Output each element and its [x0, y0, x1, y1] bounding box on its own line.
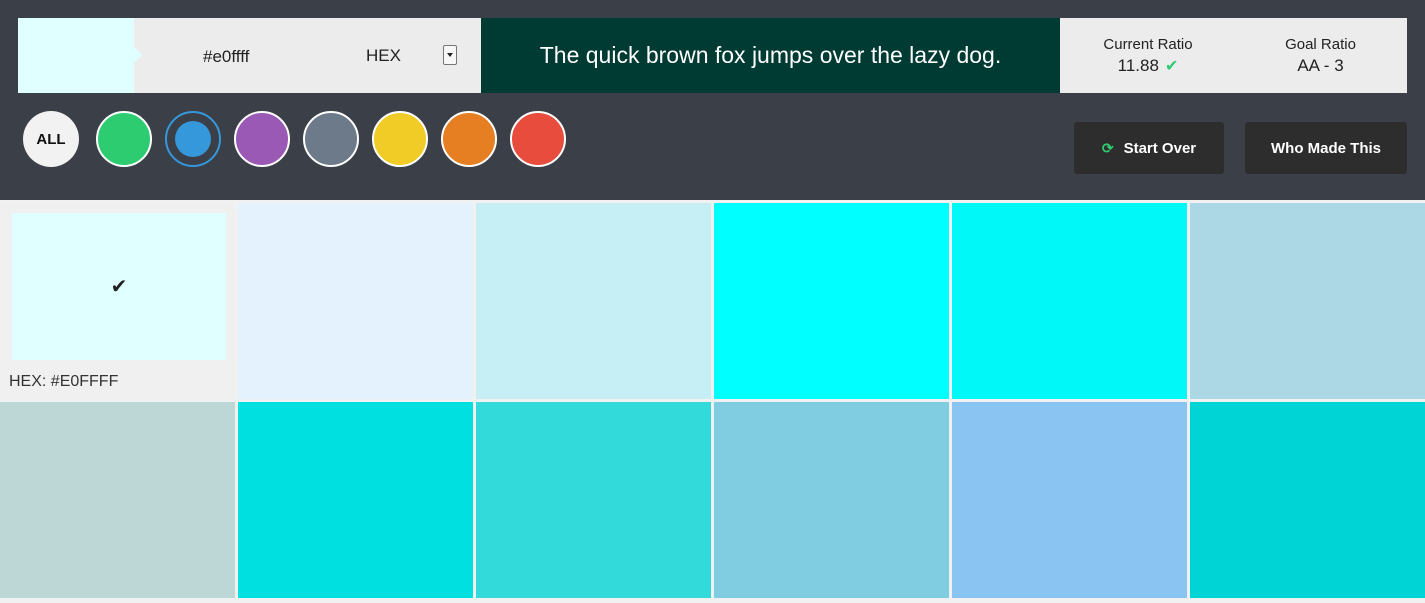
filter-green-button[interactable]: [96, 111, 152, 167]
filter-all-button[interactable]: ALL: [23, 111, 79, 167]
filter-purple-button[interactable]: [234, 111, 290, 167]
color-input-bar: #e0ffff HEX The quick brown fox jumps ov…: [18, 18, 1407, 93]
swatch-cell[interactable]: [0, 402, 235, 598]
swatch-cell[interactable]: [1190, 402, 1425, 598]
check-icon: ✔: [1164, 58, 1179, 75]
goal-ratio-value[interactable]: AA - 3: [1268, 56, 1373, 76]
swatch-cell[interactable]: [952, 203, 1187, 399]
filter-blue-dot: [175, 121, 211, 157]
current-ratio-label: Current Ratio: [1103, 36, 1193, 53]
swatch-cell[interactable]: [714, 203, 949, 399]
swatch-grid: ✔ HEX: #E0FFFF: [0, 203, 1425, 603]
start-over-button[interactable]: ⟳ Start Over: [1074, 122, 1224, 174]
format-label: HEX: [366, 46, 401, 65]
hex-input[interactable]: #e0ffff: [203, 47, 249, 67]
selected-swatch[interactable]: ✔: [12, 213, 226, 360]
filter-gray-button[interactable]: [303, 111, 359, 167]
swatch-cell[interactable]: [714, 402, 949, 598]
current-ratio-value-row: 11.88 ✔: [1093, 56, 1203, 76]
contrast-sample-text: The quick brown fox jumps over the lazy …: [481, 18, 1060, 93]
check-icon: ✔: [110, 276, 128, 298]
swatch-cell[interactable]: [238, 402, 473, 598]
swatch-cell[interactable]: ✔ HEX: #E0FFFF: [0, 203, 235, 399]
top-bar: #e0ffff HEX The quick brown fox jumps ov…: [0, 0, 1425, 200]
swatch-cell[interactable]: [476, 402, 711, 598]
who-made-this-button[interactable]: Who Made This: [1245, 122, 1407, 174]
filter-blue-button[interactable]: [165, 111, 221, 167]
swatch-cell[interactable]: [238, 203, 473, 399]
goal-ratio: Goal Ratio AA - 3: [1268, 36, 1373, 76]
swatch-cell[interactable]: [476, 203, 711, 399]
goal-ratio-label: Goal Ratio: [1285, 36, 1356, 53]
swatch-cell[interactable]: [952, 402, 1187, 598]
start-over-label: Start Over: [1123, 139, 1197, 157]
current-color-swatch[interactable]: [18, 18, 134, 93]
swatch-hex-caption: HEX: #E0FFFF: [9, 373, 119, 390]
current-ratio-value: 11.88: [1117, 56, 1159, 75]
filter-orange-button[interactable]: [441, 111, 497, 167]
format-dropdown[interactable]: [443, 45, 457, 65]
filter-red-button[interactable]: [510, 111, 566, 167]
refresh-icon: ⟳: [1101, 139, 1114, 156]
swatch-cell[interactable]: [1190, 203, 1425, 399]
filter-yellow-button[interactable]: [372, 111, 428, 167]
current-ratio: Current Ratio 11.88 ✔: [1093, 36, 1203, 76]
